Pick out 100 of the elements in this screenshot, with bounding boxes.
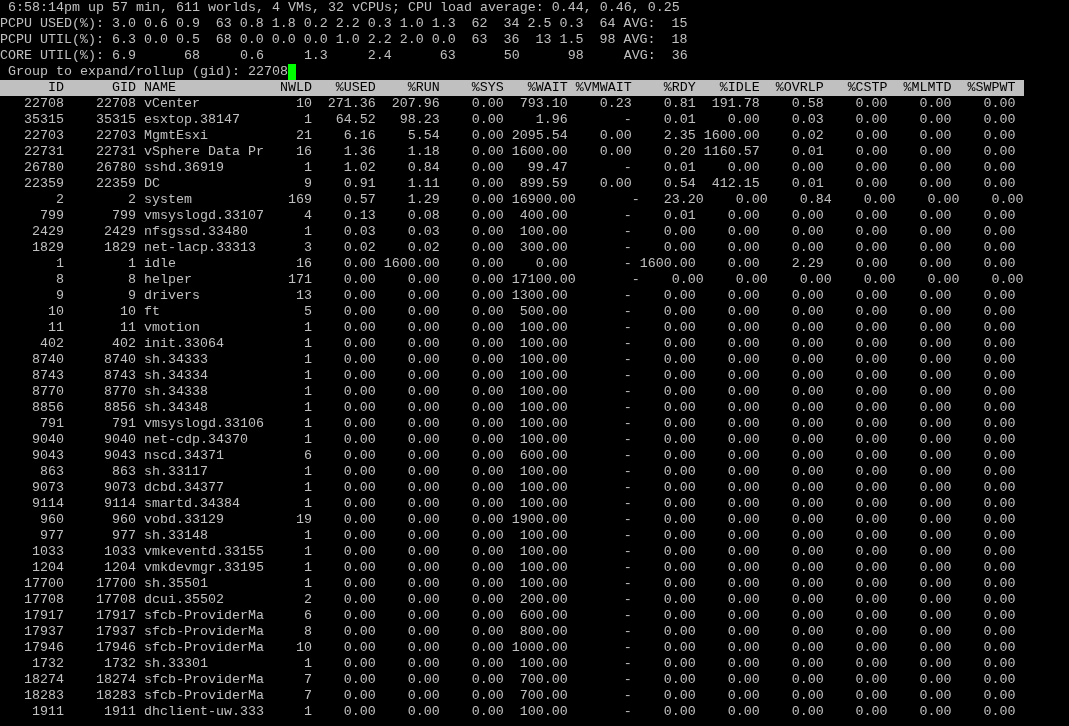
table-cell-text: 100.00 [518,704,568,720]
stat-value: 1.8 [271,16,296,32]
table-cell-text: 22708 [23,96,64,112]
table-cell-text: 799 [39,208,64,224]
table-cell-text: 0.00 [470,288,504,304]
table-cell-text: 0.00 [854,704,888,720]
table-cell-text: - [622,240,632,256]
table-cell-text: 1 [302,416,312,432]
table-cell-text: 8740 [102,352,136,368]
table-cell-text: 100.00 [518,576,568,592]
column-header[interactable]: %OVRLP [759,80,824,96]
table-cell-text: 0.00 [662,656,696,672]
stat-value: 68 [214,32,232,48]
table-cell-text: 0.00 [918,112,952,128]
table-cell-text: 0.00 [982,544,1016,560]
table-cell-text: 0.00 [470,592,504,608]
table-cell-text: 402 [110,336,136,352]
table-cell-text: 5 [302,304,312,320]
stat-value: 0.3 [367,16,392,32]
table-cell-text: 26780 [23,160,64,176]
stat-value: 1.0 [335,32,360,48]
table-cell-text: 0.00 [790,496,824,512]
table-cell-text: 0.00 [470,496,504,512]
table-cell-text: 0.00 [470,400,504,416]
table-cell-text: 500.00 [518,304,568,320]
table-cell-text: 169 [286,192,312,208]
stat-label: CORE UTIL(%): [0,48,104,64]
table-cell-text: 0.00 [470,656,504,672]
column-header[interactable]: %RUN [375,80,440,96]
table-cell-text: 0.00 [982,656,1016,672]
table-cell-text: - [622,544,632,560]
table-cell-text: 0.00 [918,480,952,496]
column-header[interactable]: %USED [311,80,376,96]
table-cell-text: 17937 [94,624,136,640]
table-cell-text: 0.00 [470,208,504,224]
table-cell-text: 0.00 [470,560,504,576]
table-cell-text: 0.00 [726,288,760,304]
column-header[interactable]: %SYS [439,80,504,96]
table-cell-text: 0.00 [918,464,952,480]
table-cell-text: 35315 [23,112,64,128]
table-cell-text: 0.00 [918,496,952,512]
table-cell-text: 0.00 [854,368,888,384]
table-cell-text: 402 [39,336,64,352]
column-header[interactable]: %WAIT [503,80,568,96]
table-cell-text: 0.00 [406,592,440,608]
avg-label: AVG: [623,32,656,48]
table-cell-text: - [622,592,632,608]
table-cell-text: 100.00 [518,352,568,368]
column-header[interactable]: %VMWAIT [567,80,632,96]
table-cell-text: 0.00 [982,384,1016,400]
table-cell-text: 0.00 [790,624,824,640]
table-cell-text: ft [143,304,161,320]
table-cell-text: DC [143,176,161,192]
table-cell-text: 4 [302,208,312,224]
table-cell-text: 8743 [31,368,64,384]
table-cell-text: 0.00 [726,496,760,512]
table-cell-text: 0.08 [406,208,440,224]
table-cell-text: 0.03 [790,112,824,128]
stat-value: 3.0 [111,16,136,32]
column-header[interactable]: %CSTP [823,80,888,96]
table-cell-text: 0.00 [918,656,952,672]
table-cell-text: 0.00 [470,608,504,624]
table-cell-text: 1300.00 [510,288,568,304]
stat-value: 0.0 [303,32,328,48]
input-field[interactable]: 22708 [247,64,288,80]
table-cell-text: 207.96 [390,96,440,112]
table-cell-text: 8 [55,272,64,288]
table-cell-text: 300.00 [518,240,568,256]
table-cell-text: 7 [302,688,312,704]
table-cell-text: 0.00 [342,352,376,368]
table-cell-text: 0.00 [470,448,504,464]
stat-value: 50 [502,48,520,64]
column-header[interactable]: NAME [143,80,280,96]
table-cell-text: 3 [302,240,312,256]
table-cell-text: 0.00 [854,544,888,560]
table-cell-text: 0.00 [982,288,1016,304]
table-cell-text: - [622,464,632,480]
table-cell-text: vCenter [143,96,201,112]
column-header[interactable]: ID [0,80,64,96]
column-header[interactable]: GID [64,80,136,96]
table-cell-text: 0.00 [854,256,888,272]
column-header[interactable]: %RDY [631,80,696,96]
table-cell-text: sshd.36919 [143,160,225,176]
column-header[interactable]: %IDLE [695,80,760,96]
table-cell-text: 0.00 [662,640,696,656]
table-cell-text: 0.00 [918,160,952,176]
table-cell-text: 8 [302,624,312,640]
table-cell-text: 26780 [94,160,136,176]
table-cell-text: 18274 [23,672,64,688]
table-cell-text: 0.00 [982,688,1016,704]
column-header[interactable]: NWLD [279,80,312,96]
column-header[interactable]: %MLMTD [887,80,952,96]
table-cell-text: - [622,368,632,384]
table-cell-text: 1 [302,656,312,672]
table-cell-text: 0.00 [662,512,696,528]
column-header[interactable]: %SWPWT [951,80,1016,96]
table-cell-text: 0.00 [726,656,760,672]
table-cell-text: 1900.00 [510,512,568,528]
table-cell-text: 0.00 [470,416,504,432]
table-cell-text: 0.00 [926,192,960,208]
